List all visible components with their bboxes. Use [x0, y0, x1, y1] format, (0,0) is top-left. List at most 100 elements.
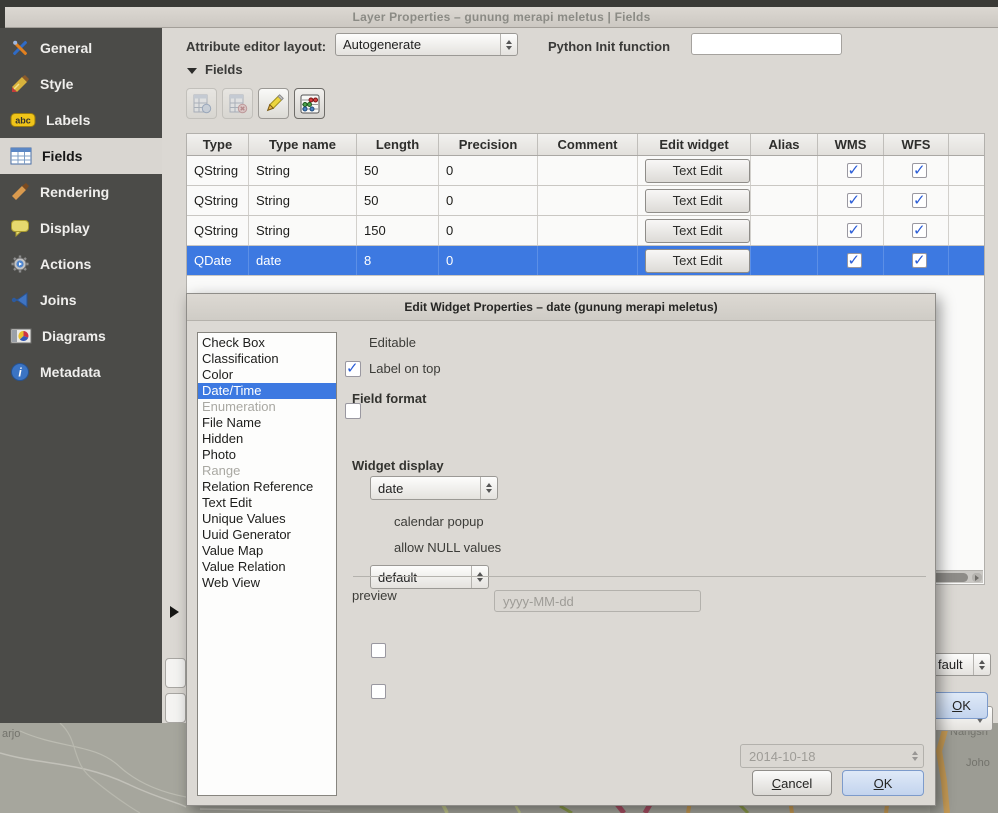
wms-checkbox[interactable]: [847, 193, 862, 208]
sidebar-item-general[interactable]: General: [0, 30, 162, 66]
sidebar-item-label: Fields: [42, 148, 82, 164]
attribute-editor-layout-combo[interactable]: Autogenerate: [335, 33, 518, 56]
field-calculator-icon: [299, 93, 321, 115]
list-item-value-relation[interactable]: Value Relation: [198, 559, 336, 575]
col-header-wms[interactable]: WMS: [818, 134, 884, 155]
sidebar-item-rendering[interactable]: Rendering: [0, 174, 162, 210]
edit-widget-button[interactable]: Text Edit: [645, 219, 750, 243]
sidebar-item-label: Metadata: [40, 364, 101, 380]
dialog-titlebar[interactable]: Edit Widget Properties – date (gunung me…: [187, 294, 935, 321]
col-header-length[interactable]: Length: [357, 134, 439, 155]
cancel-label: Cancel: [772, 776, 812, 791]
sidebar-item-labels[interactable]: abc Labels: [0, 102, 162, 138]
sidebar-item-metadata[interactable]: i Metadata: [0, 354, 162, 390]
edit-widget-button[interactable]: Text Edit: [645, 159, 750, 183]
fields-section-title: Fields: [205, 62, 243, 77]
partial-button-bottom[interactable]: [165, 693, 186, 723]
editable-checkbox[interactable]: [345, 361, 361, 377]
cell-type: QString: [187, 216, 249, 245]
cell-length: 8: [357, 246, 439, 275]
wfs-checkbox[interactable]: [912, 253, 927, 268]
ok-button[interactable]: OK: [842, 770, 924, 796]
new-column-button[interactable]: [186, 88, 217, 119]
table-row[interactable]: QString String 50 0 Text Edit: [187, 156, 984, 186]
cell-length: 50: [357, 186, 439, 215]
sidebar-item-actions[interactable]: Actions: [0, 246, 162, 282]
list-item-text-edit[interactable]: Text Edit: [198, 495, 336, 511]
list-item-enumeration: Enumeration: [198, 399, 336, 415]
sidebar-item-label: Joins: [40, 292, 77, 308]
list-item-color[interactable]: Color: [198, 367, 336, 383]
list-item-uuid-generator[interactable]: Uuid Generator: [198, 527, 336, 543]
sidebar-item-fields[interactable]: Fields: [0, 138, 162, 174]
sidebar-item-display[interactable]: Display: [0, 210, 162, 246]
window-ok-label: OK: [952, 698, 971, 713]
sidebar-item-diagrams[interactable]: Diagrams: [0, 318, 162, 354]
spinner-arrows[interactable]: [480, 477, 497, 499]
wms-checkbox[interactable]: [847, 163, 862, 178]
list-item-unique-values[interactable]: Unique Values: [198, 511, 336, 527]
col-header-alias[interactable]: Alias: [751, 134, 818, 155]
edit-widget-button[interactable]: Text Edit: [645, 249, 750, 273]
collapse-arrow-icon[interactable]: [170, 606, 179, 618]
col-header-type-name[interactable]: Type name: [249, 134, 357, 155]
calendar-popup-checkbox[interactable]: [371, 643, 386, 658]
cell-length: 150: [357, 216, 439, 245]
list-item-hidden[interactable]: Hidden: [198, 431, 336, 447]
table-row[interactable]: QString String 150 0 Text Edit: [187, 216, 984, 246]
col-header-edit-widget[interactable]: Edit widget: [638, 134, 751, 155]
list-item-check-box[interactable]: Check Box: [198, 335, 336, 351]
style-brush-icon: [10, 74, 30, 94]
cancel-button[interactable]: Cancel: [752, 770, 832, 796]
toggle-editing-button[interactable]: [258, 88, 289, 119]
ok-label: OK: [874, 776, 893, 791]
wms-checkbox[interactable]: [847, 253, 862, 268]
list-item-photo[interactable]: Photo: [198, 447, 336, 463]
spinner-arrows[interactable]: [471, 566, 488, 588]
edit-widget-button[interactable]: Text Edit: [645, 189, 750, 213]
wms-checkbox[interactable]: [847, 223, 862, 238]
wfs-checkbox[interactable]: [912, 193, 927, 208]
wfs-checkbox[interactable]: [912, 163, 927, 178]
wfs-checkbox[interactable]: [912, 223, 927, 238]
list-item-file-name[interactable]: File Name: [198, 415, 336, 431]
delete-column-button[interactable]: [222, 88, 253, 119]
fields-expander-icon[interactable]: [187, 68, 197, 74]
display-bubble-icon: [10, 218, 30, 238]
widget-display-combo[interactable]: default: [370, 565, 489, 589]
list-item-classification[interactable]: Classification: [198, 351, 336, 367]
allow-null-checkbox[interactable]: [371, 684, 386, 699]
preview-label: preview: [352, 588, 397, 603]
sidebar-item-joins[interactable]: Joins: [0, 282, 162, 318]
pencil-icon: [263, 93, 285, 115]
spinner-arrows: [906, 745, 923, 767]
col-header-comment[interactable]: Comment: [538, 134, 638, 155]
properties-sidebar: General Style abc Labels Fields Renderin…: [0, 28, 162, 723]
partial-button-top[interactable]: [165, 658, 186, 688]
list-item-relation-reference[interactable]: Relation Reference: [198, 479, 336, 495]
separator-line: [353, 576, 926, 577]
window-ok-button[interactable]: OK: [936, 692, 988, 719]
table-row[interactable]: QString String 50 0 Text Edit: [187, 186, 984, 216]
spinner-arrows[interactable]: [973, 654, 990, 675]
field-calculator-button[interactable]: [294, 88, 325, 119]
window-titlebar[interactable]: Layer Properties – gunung merapi meletus…: [5, 7, 998, 28]
window-title: Layer Properties – gunung merapi meletus…: [353, 10, 651, 24]
sidebar-item-style[interactable]: Style: [0, 66, 162, 102]
col-header-type[interactable]: Type: [187, 134, 249, 155]
python-init-input[interactable]: [691, 33, 842, 55]
col-header-precision[interactable]: Precision: [439, 134, 538, 155]
field-format-combo[interactable]: date: [370, 476, 498, 500]
col-header-wfs[interactable]: WFS: [884, 134, 949, 155]
joins-icon: [10, 290, 30, 310]
map-label-arjo: arjo: [2, 728, 20, 740]
cell-comment: [538, 186, 638, 215]
cell-precision: 0: [439, 186, 538, 215]
cut-default-combo[interactable]: fault: [936, 653, 991, 676]
list-item-value-map[interactable]: Value Map: [198, 543, 336, 559]
table-row-selected[interactable]: QDate date 8 0 Text Edit: [187, 246, 984, 276]
list-item-web-view[interactable]: Web View: [198, 575, 336, 591]
scrollbar-right-arrow[interactable]: [972, 573, 982, 582]
list-item-date-time[interactable]: Date/Time: [198, 383, 336, 399]
spinner-arrows[interactable]: [500, 34, 517, 55]
